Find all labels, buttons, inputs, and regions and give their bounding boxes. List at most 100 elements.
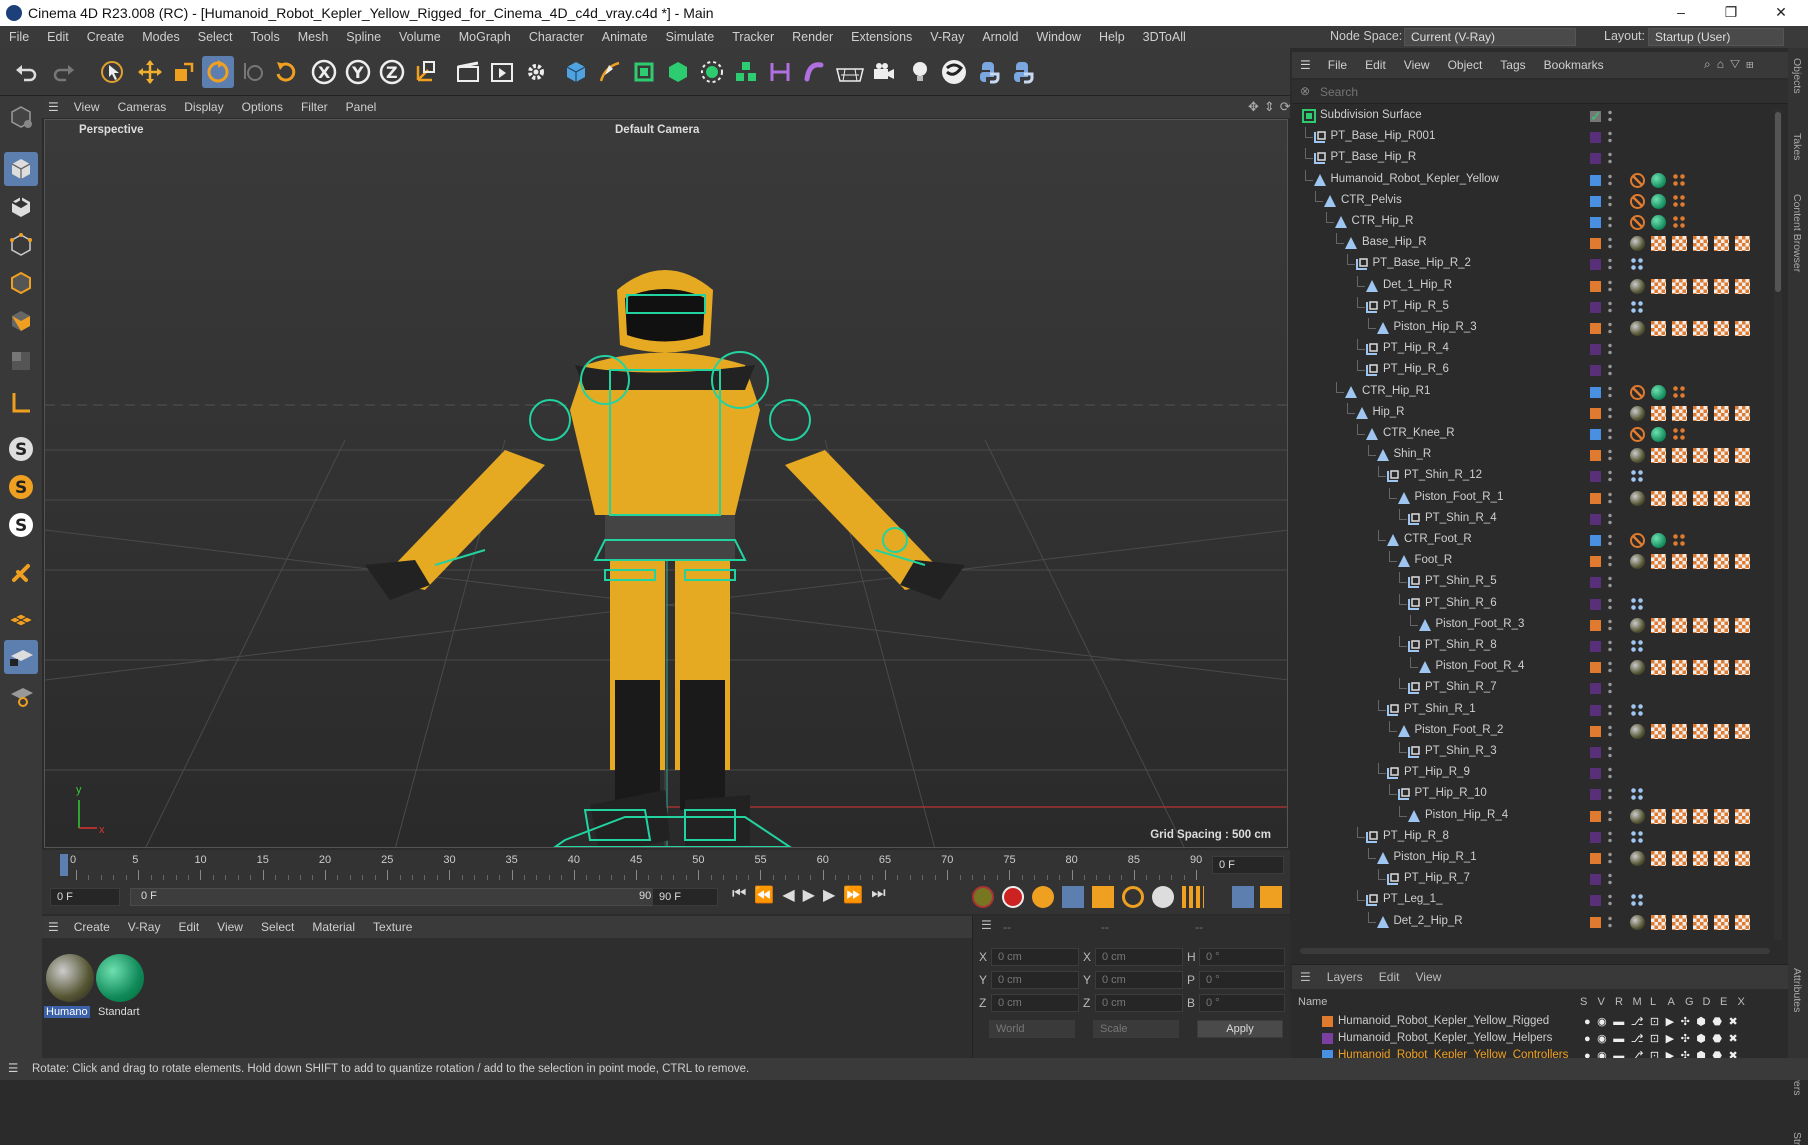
snap-settings-button[interactable]: S <box>4 470 38 504</box>
spline-button[interactable] <box>798 56 830 88</box>
visibility-dots-icon[interactable] <box>1608 427 1612 442</box>
key-parameter-icon[interactable] <box>1152 886 1174 908</box>
material-preview-standart[interactable] <box>96 954 144 1002</box>
texture-tag-icon[interactable] <box>1714 490 1729 506</box>
texture-tag-icon[interactable] <box>1672 490 1687 506</box>
display-tag-icon[interactable] <box>1651 172 1666 188</box>
vray-material-tag-icon[interactable] <box>1630 448 1645 464</box>
visibility-dots-icon[interactable] <box>1608 533 1612 548</box>
layer-color-swatch[interactable] <box>1590 407 1601 419</box>
mat-menu-select[interactable]: Select <box>252 920 303 934</box>
start-frame-field[interactable]: 0 F <box>50 888 120 906</box>
node-space-select[interactable]: Current (V-Ray) <box>1404 28 1576 46</box>
protection-tag-icon[interactable] <box>1630 427 1645 442</box>
vray-material-tag-icon[interactable] <box>1630 914 1645 930</box>
enabled-checkmark-icon[interactable]: ✓ <box>1590 109 1602 124</box>
scale-mode-select[interactable]: Scale <box>1093 1020 1179 1038</box>
texture-tag-icon[interactable] <box>1714 278 1729 294</box>
texture-mode-button[interactable] <box>4 190 38 224</box>
size-z-field[interactable]: 0 cm <box>1095 994 1183 1012</box>
texture-tag-icon[interactable] <box>1693 554 1708 570</box>
texture-tag-icon[interactable] <box>1651 448 1666 464</box>
vray-material-tag-icon[interactable] <box>1630 321 1645 336</box>
frame-range-slider[interactable]: 0 F 90 F <box>130 888 670 906</box>
light-button[interactable] <box>904 56 936 88</box>
material-name[interactable]: Standart <box>98 1006 140 1018</box>
vray-material-tag-icon[interactable] <box>1630 236 1645 252</box>
vp-menu-cameras[interactable]: Cameras <box>109 100 176 114</box>
texture-tag-icon[interactable] <box>1735 617 1750 633</box>
object-row[interactable]: PT_Shin_R_3 <box>1292 742 1774 763</box>
texture-tag-icon[interactable] <box>1735 808 1750 824</box>
quantize-button[interactable]: S <box>4 508 38 542</box>
texture-tag-icon[interactable] <box>1693 321 1708 336</box>
object-row[interactable]: Piston_Foot_R_3 <box>1292 614 1774 636</box>
make-editable-button[interactable] <box>4 100 38 134</box>
key-rotation-icon[interactable] <box>1122 886 1144 908</box>
python-button[interactable] <box>974 56 1006 88</box>
planar-workplane-button[interactable] <box>4 678 38 712</box>
constraint-tag-icon[interactable] <box>1630 299 1645 315</box>
menu-help[interactable]: Help <box>1090 30 1134 44</box>
visibility-dots-icon[interactable] <box>1608 193 1612 209</box>
texture-tag-icon[interactable] <box>1693 914 1708 930</box>
texture-tag-icon[interactable] <box>1735 278 1750 294</box>
menu-create[interactable]: Create <box>78 30 134 44</box>
vray-button[interactable] <box>938 56 970 88</box>
texture-tag-icon[interactable] <box>1672 321 1687 336</box>
object-row[interactable]: PT_Hip_R_8 <box>1292 826 1774 848</box>
texture-tag-icon[interactable] <box>1651 617 1666 633</box>
layers-menu-edit[interactable]: Edit <box>1371 970 1408 984</box>
texture-tag-icon[interactable] <box>1672 448 1687 464</box>
texture-tag-icon[interactable] <box>1672 554 1687 570</box>
texture-tag-icon[interactable] <box>1735 660 1750 676</box>
menu-file[interactable]: File <box>0 30 38 44</box>
texture-tag-icon[interactable] <box>1672 617 1687 633</box>
points-mode-button[interactable] <box>4 228 38 262</box>
protection-tag-icon[interactable] <box>1630 193 1645 209</box>
right-tab[interactable]: Attributes <box>1791 968 1803 1012</box>
texture-tag-icon[interactable] <box>1651 321 1666 336</box>
axis-mode-button[interactable] <box>4 386 38 420</box>
layer-color-swatch[interactable] <box>1590 853 1601 864</box>
menu-edit[interactable]: Edit <box>38 30 78 44</box>
object-row[interactable]: PT_Hip_R_7 <box>1292 869 1774 890</box>
layer-color-swatch[interactable] <box>1590 450 1601 462</box>
object-row[interactable]: Det_2_Hip_R <box>1292 911 1774 933</box>
recent-tool-button[interactable] <box>236 56 268 88</box>
visibility-dots-icon[interactable] <box>1608 384 1612 400</box>
visibility-dots-icon[interactable] <box>1608 872 1612 888</box>
object-row[interactable]: PT_Base_Hip_R_2 <box>1292 254 1774 275</box>
texture-tag-icon[interactable] <box>1693 236 1708 252</box>
autokey-icon[interactable] <box>972 886 994 908</box>
menu-arnold[interactable]: Arnold <box>973 30 1027 44</box>
step-back-icon[interactable]: ⏪ <box>754 885 774 905</box>
layer-color-swatch[interactable] <box>1590 301 1601 313</box>
om-menu-view[interactable]: View <box>1395 58 1439 72</box>
mat-menu-create[interactable]: Create <box>65 920 119 934</box>
visibility-dots-icon[interactable] <box>1608 681 1612 697</box>
visibility-dots-icon[interactable] <box>1608 405 1612 421</box>
visibility-dots-icon[interactable] <box>1608 448 1612 464</box>
mat-menu-vray[interactable]: V-Ray <box>119 920 170 934</box>
keyframe-selection-icon[interactable] <box>1032 886 1054 908</box>
vp-menu-options[interactable]: Options <box>233 100 292 114</box>
constraint-tag-icon[interactable] <box>1630 596 1645 612</box>
visibility-dots-icon[interactable] <box>1608 469 1612 485</box>
z-axis-button[interactable]: Z <box>376 56 408 88</box>
key-position-icon[interactable] <box>1062 886 1084 908</box>
constraint-tag-icon[interactable] <box>1630 469 1645 485</box>
vp-menu-filter[interactable]: Filter <box>292 100 337 114</box>
visibility-dots-icon[interactable] <box>1608 617 1612 633</box>
lock-workplane-button[interactable] <box>4 640 38 674</box>
vray-material-tag-icon[interactable] <box>1630 278 1645 294</box>
display-tag-icon[interactable] <box>1651 215 1666 230</box>
texture-tag-icon[interactable] <box>1735 723 1750 739</box>
object-row[interactable]: PT_Base_Hip_R <box>1292 148 1774 169</box>
layer-column-header[interactable]: A <box>1668 996 1675 1008</box>
menu-tracker[interactable]: Tracker <box>723 30 783 44</box>
layer-row[interactable]: Humanoid_Robot_Kepler_Yellow_Helpers ●◉▬⎇… <box>1292 1030 1788 1047</box>
apply-button[interactable]: Apply <box>1197 1020 1283 1038</box>
texture-tag-icon[interactable] <box>1672 723 1687 739</box>
om-menu-edit[interactable]: Edit <box>1356 58 1395 72</box>
